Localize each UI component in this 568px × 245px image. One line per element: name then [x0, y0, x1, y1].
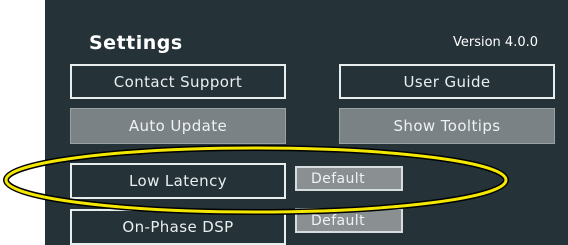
on-phase-dsp-default-button[interactable]: Default [295, 208, 403, 233]
show-tooltips-button[interactable]: Show Tooltips [339, 108, 555, 144]
screenshot-stage: Settings Version 4.0.0 Contact Support U… [0, 0, 568, 245]
low-latency-button[interactable]: Low Latency [70, 163, 286, 199]
version-label: Version 4.0.0 [452, 35, 538, 50]
contact-support-button[interactable]: Contact Support [70, 64, 286, 99]
settings-title: Settings [89, 32, 183, 54]
user-guide-button[interactable]: User Guide [339, 64, 555, 99]
on-phase-dsp-button[interactable]: On-Phase DSP [70, 209, 286, 245]
auto-update-button[interactable]: Auto Update [70, 108, 286, 144]
low-latency-default-button[interactable]: Default [295, 166, 403, 191]
